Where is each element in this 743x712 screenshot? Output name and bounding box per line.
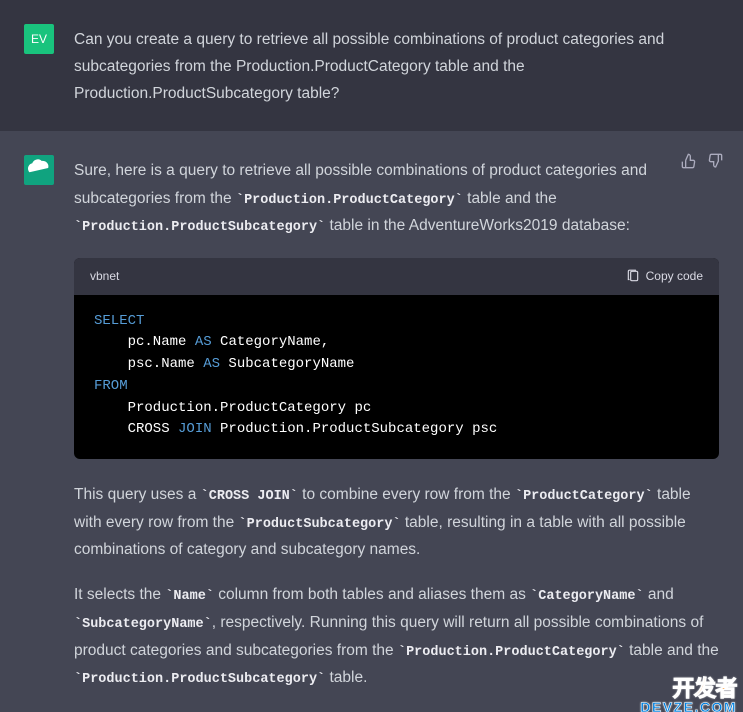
user-content: Can you create a query to retrieve all p… (74, 24, 719, 107)
thumbs-down-icon[interactable] (707, 153, 723, 169)
openai-logo-icon (28, 159, 50, 181)
assistant-message: Sure, here is a query to retrieve all po… (0, 131, 743, 712)
watermark-url: DEVZE.COM (640, 700, 737, 712)
inline-code: `Production.ProductSubcategory` (74, 672, 325, 687)
text: table. (325, 669, 367, 686)
assistant-intro: Sure, here is a query to retrieve all po… (74, 157, 719, 239)
code-header: vbnet Copy code (74, 258, 719, 295)
assistant-avatar (24, 155, 54, 185)
inline-code: `Production.ProductCategory` (398, 645, 625, 660)
copy-label: Copy code (646, 266, 703, 287)
inline-code: `ProductCategory` (515, 489, 653, 504)
user-message: EV Can you create a query to retrieve al… (0, 0, 743, 131)
assistant-explain-1: This query uses a `CROSS JOIN` to combin… (74, 481, 719, 563)
inline-code: `ProductSubcategory` (239, 517, 401, 532)
inline-code: `CROSS JOIN` (201, 489, 298, 504)
copy-code-button[interactable]: Copy code (626, 266, 703, 287)
text: and (644, 586, 674, 603)
inline-code: `Production.ProductCategory` (236, 193, 463, 208)
feedback-buttons (681, 153, 723, 169)
text: table in the AdventureWorks2019 database… (325, 217, 630, 234)
inline-code: `Name` (165, 589, 214, 604)
user-question: Can you create a query to retrieve all p… (74, 26, 719, 107)
assistant-content: Sure, here is a query to retrieve all po… (74, 155, 719, 691)
text: It selects the (74, 586, 165, 603)
inline-code: `Production.ProductSubcategory` (74, 220, 325, 235)
text: table and the (463, 190, 557, 207)
inline-code: `CategoryName` (530, 589, 643, 604)
code-block: vbnet Copy code SELECT pc.Name AS Catego… (74, 258, 719, 459)
text: to combine every row from the (298, 486, 515, 503)
text: table and the (625, 642, 719, 659)
thumbs-up-icon[interactable] (681, 153, 697, 169)
clipboard-icon (626, 269, 640, 283)
user-avatar: EV (24, 24, 54, 54)
text: column from both tables and aliases them… (214, 586, 530, 603)
inline-code: `SubcategoryName` (74, 617, 212, 632)
assistant-explain-2: It selects the `Name` column from both t… (74, 581, 719, 692)
code-language: vbnet (90, 266, 119, 287)
code-body: SELECT pc.Name AS CategoryName, psc.Name… (74, 295, 719, 459)
text: This query uses a (74, 486, 201, 503)
